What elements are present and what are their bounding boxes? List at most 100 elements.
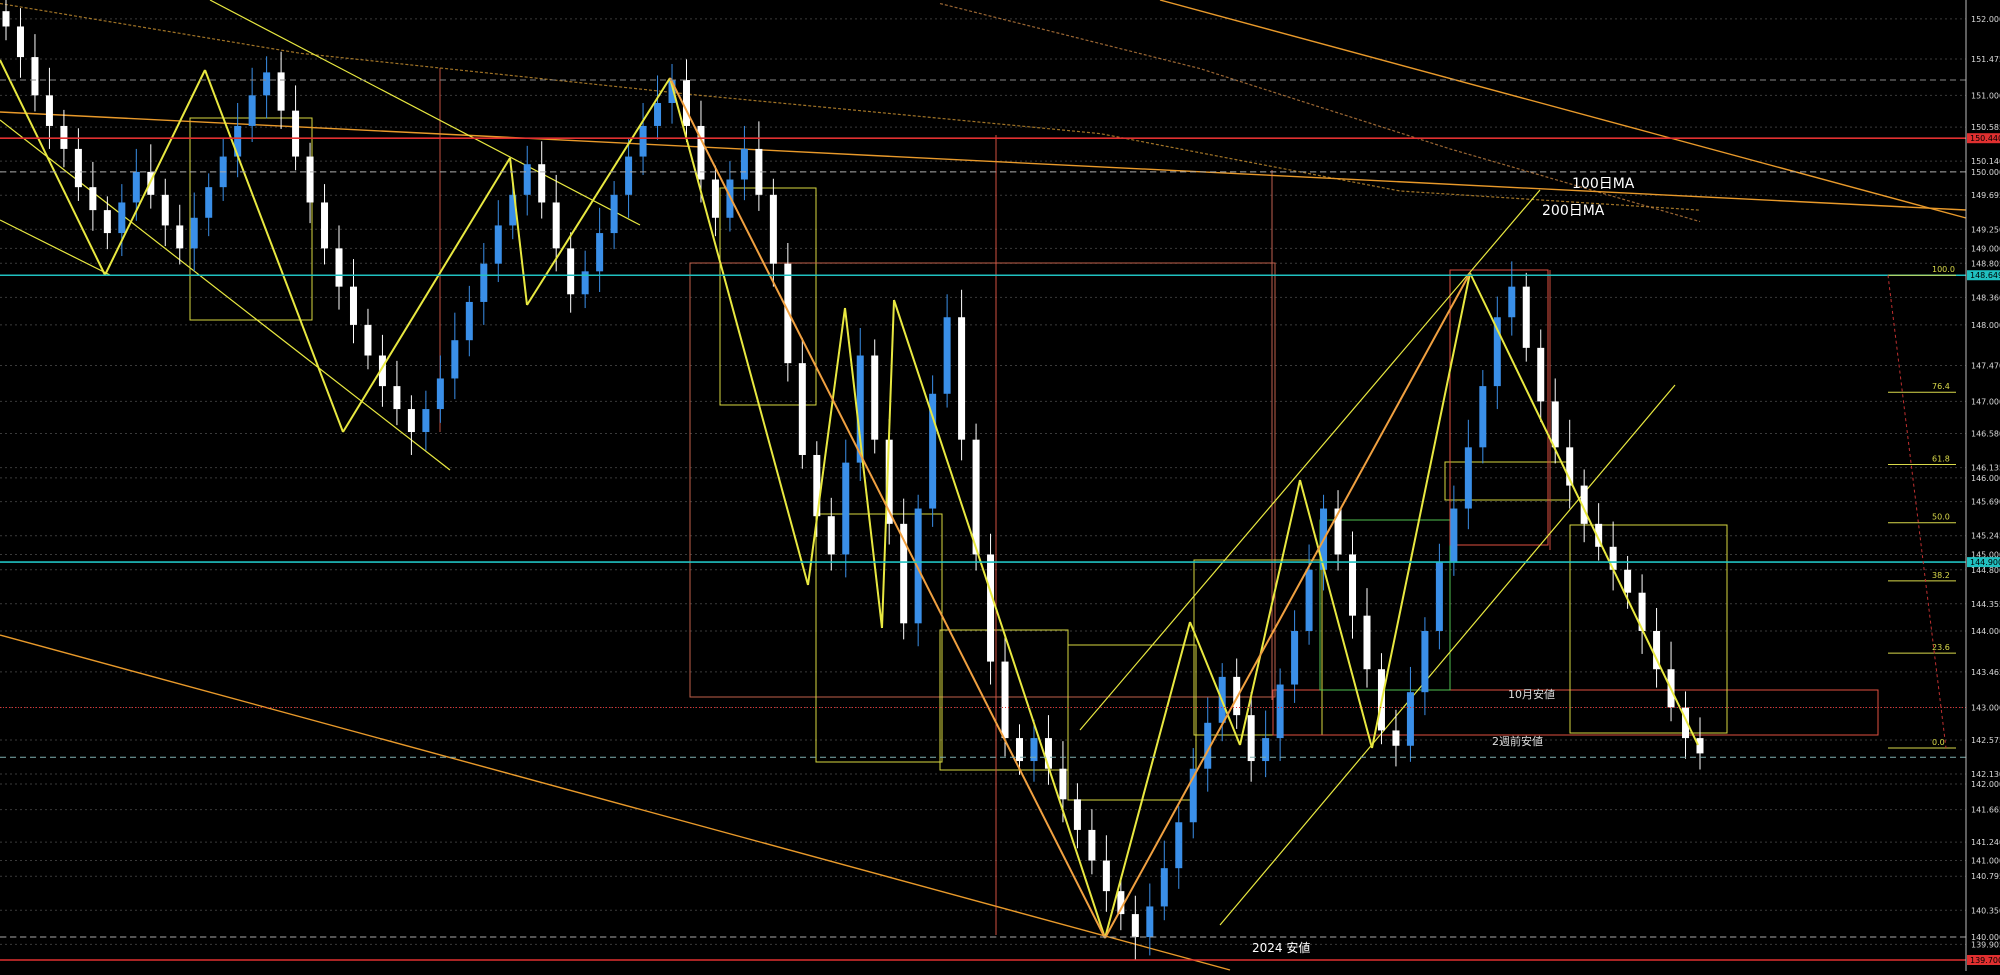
- candle-body: [682, 80, 690, 126]
- candle-body: [306, 156, 314, 203]
- candle-body: [277, 72, 285, 111]
- candle-body: [1696, 738, 1704, 754]
- y-tick-label: 148.000: [1971, 321, 2000, 330]
- candle-body: [1059, 768, 1067, 800]
- candle-body: [1421, 630, 1429, 693]
- candle-body: [972, 439, 980, 555]
- y-tick-label: 143.465: [1971, 668, 2000, 677]
- candle-body: [407, 409, 415, 433]
- candle-body: [958, 317, 966, 440]
- candle-body: [827, 516, 835, 555]
- candle-body: [118, 202, 126, 234]
- y-tick-label: 139.905: [1971, 940, 2000, 949]
- y-tick-label: 151.475: [1971, 55, 2000, 64]
- candle-body: [538, 164, 546, 203]
- candle-body: [480, 263, 488, 302]
- y-tick-label: 146.135: [1971, 464, 2000, 473]
- candle-body: [1522, 286, 1530, 348]
- candle-body: [987, 554, 995, 662]
- y-tick-label: 142.000: [1971, 780, 2000, 789]
- candle-body: [1349, 554, 1357, 616]
- candle-body: [1537, 347, 1545, 402]
- candle-body: [364, 324, 372, 356]
- y-tick-label: 142.130: [1971, 770, 2000, 779]
- candle-body: [523, 164, 531, 195]
- candle-body: [16, 26, 24, 58]
- candle-body: [176, 225, 184, 249]
- y-tick-label: 141.000: [1971, 857, 2000, 866]
- y-tick-label: 149.250: [1971, 225, 2000, 234]
- annotation-ma100: 100日MA: [1572, 176, 1635, 192]
- candle-body: [436, 378, 444, 410]
- candle-body: [1073, 799, 1081, 830]
- candle-body: [871, 355, 879, 440]
- candle-body: [292, 110, 300, 157]
- candle-body: [74, 148, 82, 188]
- candle-body: [625, 156, 633, 195]
- fib-level-label: 61.8: [1932, 455, 1950, 464]
- candle-body: [45, 95, 53, 126]
- y-tick-label: 145.690: [1971, 498, 2000, 507]
- candle-body: [2, 11, 10, 27]
- candle-body: [639, 125, 647, 157]
- candle-body: [132, 171, 140, 203]
- candle-body: [1247, 715, 1255, 762]
- candle-body: [1131, 914, 1139, 938]
- price-chart: 100.0 76.4 61.8 50.0 38.2 23.6 0.0 152.000 151.…: [0, 0, 2000, 971]
- fib-level-label: 50.0: [1932, 513, 1950, 522]
- candle-body: [465, 301, 473, 341]
- candle-body: [596, 233, 604, 272]
- candle-body: [610, 194, 618, 234]
- chart-container: 100.0 76.4 61.8 50.0 38.2 23.6 0.0 152.000 151.…: [0, 0, 2000, 971]
- candle-body: [1624, 569, 1632, 593]
- fib-level-label: 23.6: [1932, 643, 1950, 652]
- price-tag-label: 139.700: [1970, 956, 2000, 965]
- y-tick-label: 148.805: [1971, 259, 2000, 268]
- candle-body: [335, 248, 343, 287]
- candle-body: [1479, 386, 1487, 448]
- candle-body: [1435, 562, 1443, 631]
- y-tick-label: 141.665: [1971, 806, 2000, 815]
- candle-body: [349, 286, 357, 325]
- candle-body: [494, 225, 502, 264]
- y-tick-label: 141.240: [1971, 838, 2000, 847]
- candle-body: [1450, 508, 1458, 563]
- price-axis-strip: [1966, 0, 2000, 971]
- y-tick-label: 140.795: [1971, 872, 2000, 881]
- candle-body: [1175, 822, 1183, 869]
- candle-body: [711, 179, 719, 218]
- y-tick-label: 143.000: [1971, 703, 2000, 712]
- y-tick-label: 152.000: [1971, 15, 2000, 24]
- y-tick-label: 146.000: [1971, 474, 2000, 483]
- candle-body: [1291, 630, 1299, 685]
- y-tick-label: 148.360: [1971, 293, 2000, 302]
- y-tick-label: 142.575: [1971, 736, 2000, 745]
- candle-body: [1146, 906, 1154, 938]
- candle-body: [654, 102, 662, 126]
- price-tag-label: 148.649: [1970, 271, 2000, 280]
- y-tick-label: 145.245: [1971, 532, 2000, 541]
- candle-body: [1088, 829, 1096, 861]
- candle-body: [103, 210, 111, 234]
- candle-body: [31, 57, 39, 96]
- fib-level-label: 100.0: [1932, 265, 1955, 274]
- candle-body: [769, 194, 777, 264]
- candle-body: [1001, 661, 1009, 739]
- y-tick-label: 147.000: [1971, 397, 2000, 406]
- price-tag-label: 150.440: [1970, 134, 2000, 143]
- y-tick-label: 146.580: [1971, 430, 2000, 439]
- price-axis: 152.000 151.475 151.000 150.585 150.140 150.0…: [1965, 0, 2000, 971]
- candle-body: [1406, 692, 1414, 746]
- candle-body: [740, 148, 748, 180]
- candle-body: [393, 386, 401, 410]
- annotation-two-weeks-low: 2週前安値: [1492, 734, 1543, 748]
- candle-body: [784, 263, 792, 364]
- annotation-2024-low: 2024 安値: [1252, 940, 1310, 955]
- annotation-ma200: 200日MA: [1542, 203, 1605, 219]
- candle-body: [1276, 684, 1284, 739]
- candle-body: [1392, 730, 1400, 746]
- y-tick-label: 150.585: [1971, 123, 2000, 132]
- candle-body: [1160, 868, 1168, 907]
- candle-body: [190, 217, 198, 249]
- candle-body: [451, 340, 459, 379]
